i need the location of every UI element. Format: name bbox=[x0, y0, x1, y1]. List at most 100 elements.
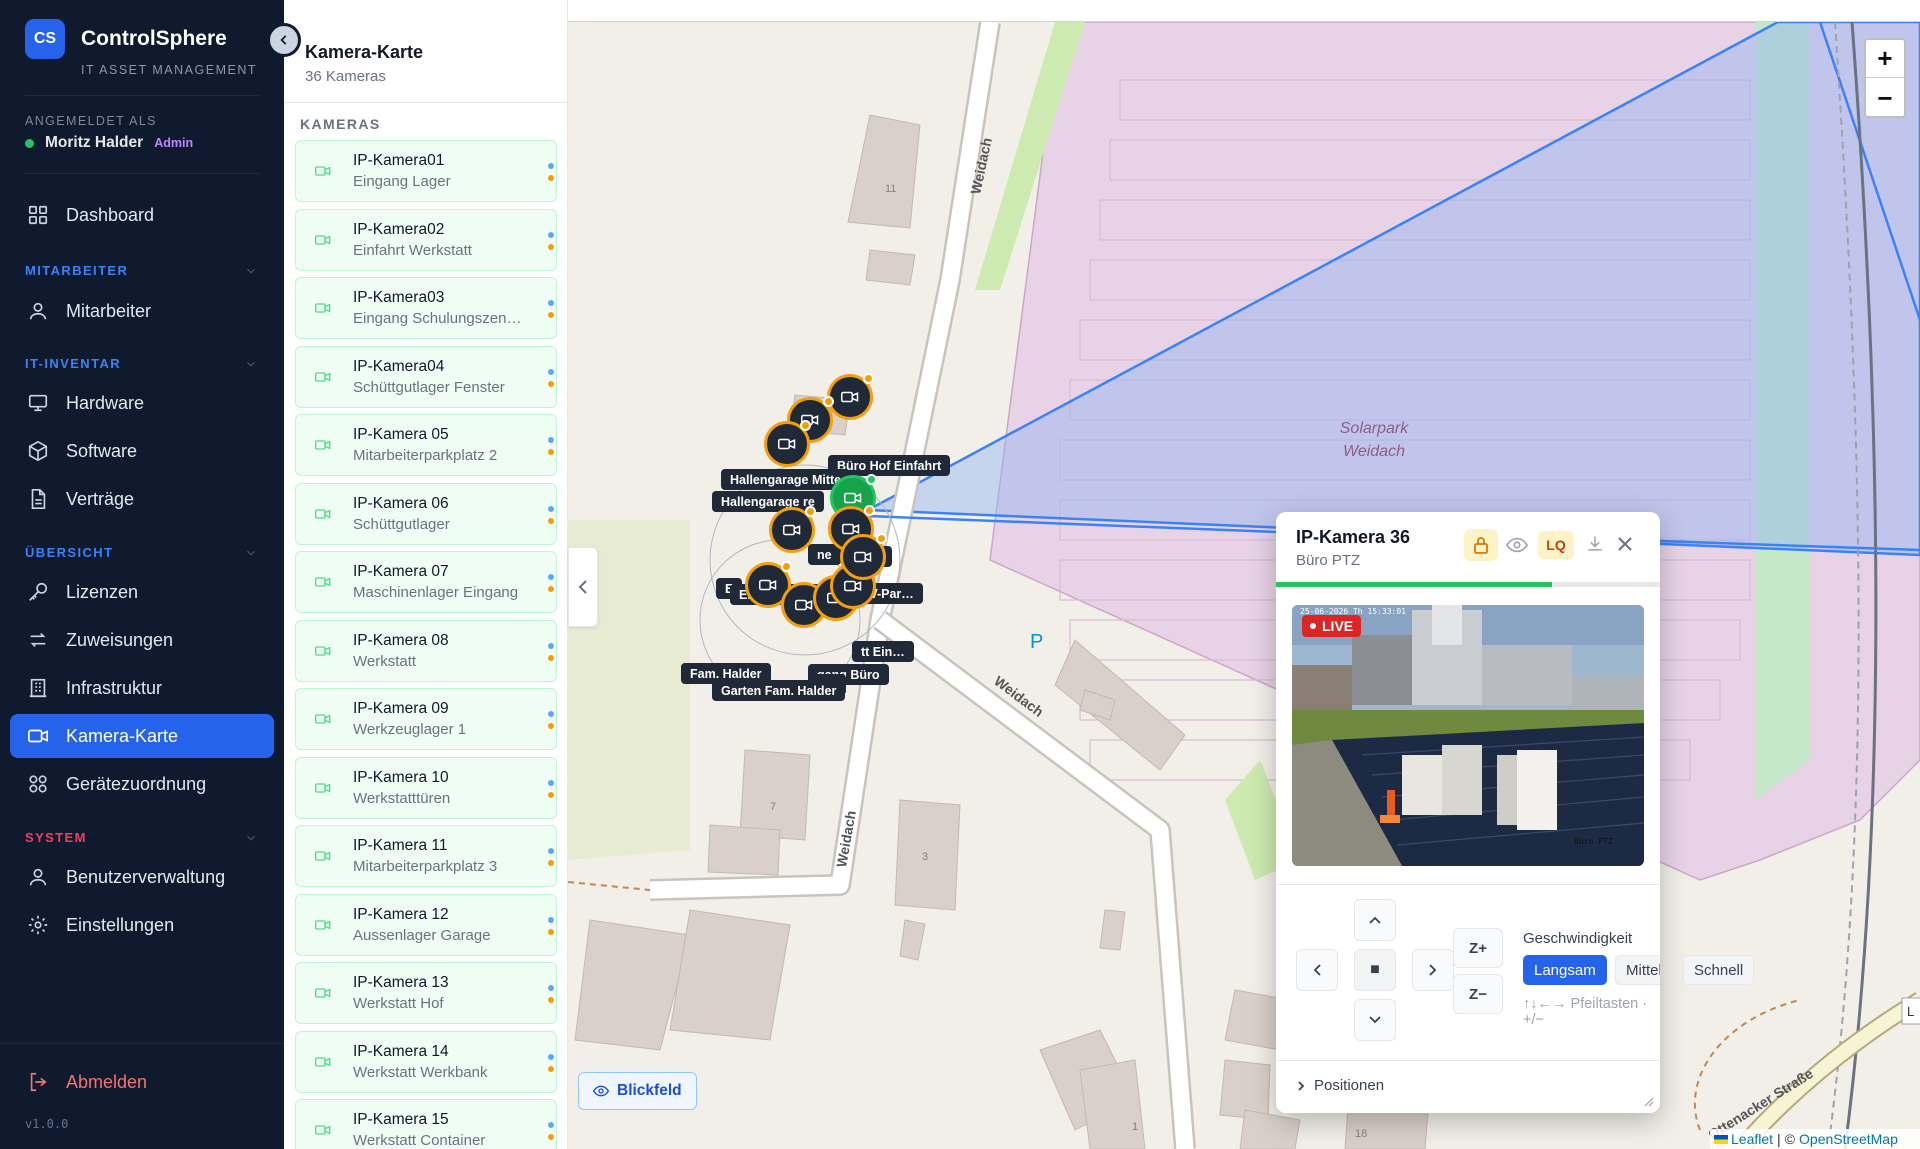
camera-location: Werkstatttüren bbox=[353, 789, 451, 807]
logout-button[interactable]: Abmelden bbox=[10, 1060, 274, 1104]
zoom-out-ptz-button[interactable]: Z− bbox=[1453, 974, 1503, 1014]
camera-icon bbox=[315, 1125, 331, 1135]
camera-list-item[interactable]: IP-Kamera02 Einfahrt Werkstatt bbox=[295, 208, 557, 271]
camera-list-item[interactable]: IP-Kamera 06 Schüttgutlager bbox=[295, 482, 557, 545]
camera-status-dots bbox=[548, 1053, 554, 1072]
marker-label: Garten Fam. Halder bbox=[712, 680, 846, 701]
speed-medium-button[interactable]: Mittel bbox=[1615, 955, 1660, 985]
section-system[interactable]: SYSTEM bbox=[25, 830, 87, 845]
nav-einstellungen[interactable]: Einstellungen bbox=[10, 903, 274, 947]
resize-handle-icon[interactable] bbox=[1642, 1095, 1654, 1107]
field-of-view-toggle[interactable]: Blickfeld bbox=[578, 1072, 697, 1110]
map-attribution: Leaflet | © OpenStreetMap bbox=[1710, 1129, 1920, 1149]
chevron-down-icon[interactable] bbox=[244, 546, 258, 560]
camera-list-item[interactable]: IP-Kamera01 Eingang Lager bbox=[295, 140, 557, 202]
camera-name: IP-Kamera 07 bbox=[353, 563, 449, 580]
camera-list-item[interactable]: IP-Kamera 05 Mitarbeiterparkplatz 2 bbox=[295, 414, 557, 476]
zoom-out-button[interactable]: − bbox=[1866, 79, 1904, 117]
house-number: 7 bbox=[770, 801, 776, 813]
camera-list-item[interactable]: IP-Kamera 12 Aussenlager Garage bbox=[295, 893, 557, 956]
stream-progress-fill bbox=[1276, 582, 1553, 587]
nav-mitarbeiter[interactable]: Mitarbeiter bbox=[10, 289, 274, 333]
section-uebersicht[interactable]: ÜBERSICHT bbox=[25, 545, 113, 560]
zoom-control: + − bbox=[1864, 38, 1906, 118]
nav-infrastruktur-label: Infrastruktur bbox=[66, 678, 163, 698]
area-label: Weidach bbox=[1343, 443, 1405, 460]
chevron-down-icon[interactable] bbox=[244, 264, 258, 278]
section-mitarbeiter[interactable]: MITARBEITER bbox=[25, 263, 128, 278]
camera-location: Mitarbeiterparkplatz 2 bbox=[353, 447, 498, 464]
popup-divider bbox=[1276, 1060, 1660, 1061]
section-it-inventar[interactable]: IT-INVENTAR bbox=[25, 356, 121, 371]
popup-title: IP-Kamera 36 bbox=[1296, 527, 1411, 547]
camera-list-item[interactable]: IP-Kamera 09 Werkzeuglager 1 bbox=[295, 688, 557, 750]
close-icon[interactable] bbox=[1617, 536, 1633, 552]
speed-fast-button[interactable]: Schnell bbox=[1683, 955, 1755, 985]
camera-marker[interactable] bbox=[827, 373, 874, 420]
ptz-up-button[interactable] bbox=[1354, 899, 1396, 941]
panel-divider bbox=[284, 102, 567, 103]
camera-location: Eingang Lager bbox=[353, 173, 451, 190]
camera-name: IP-Kamera 15 bbox=[353, 1111, 449, 1128]
nav-geraetezuordnung[interactable]: Gerätezuordnung bbox=[10, 762, 274, 806]
positions-toggle[interactable]: Positionen bbox=[1296, 1077, 1384, 1094]
nav-kamera-karte[interactable]: Kamera-Karte bbox=[10, 714, 274, 758]
user-role-badge: Admin bbox=[154, 136, 194, 150]
camera-marker[interactable] bbox=[769, 506, 816, 553]
brand[interactable]: CS ControlSphere bbox=[25, 19, 227, 59]
camera-status-dots bbox=[548, 642, 554, 661]
download-icon[interactable] bbox=[1585, 534, 1605, 554]
ptz-down-button[interactable] bbox=[1354, 999, 1396, 1041]
camera-list-item[interactable]: IP-Kamera 15 Werkstatt Container bbox=[295, 1099, 557, 1149]
leaflet-link[interactable]: Leaflet bbox=[1731, 1131, 1773, 1147]
popup-subtitle: Büro PTZ bbox=[1296, 552, 1361, 569]
marker-status-dot bbox=[781, 561, 792, 572]
quality-button[interactable]: LQ bbox=[1538, 531, 1574, 559]
chevron-down-icon[interactable] bbox=[244, 357, 258, 371]
nav-infrastruktur[interactable]: Infrastruktur bbox=[10, 666, 274, 710]
zoom-in-button[interactable]: + bbox=[1866, 40, 1904, 78]
eye-icon[interactable] bbox=[1506, 534, 1528, 556]
nav-zuweisungen[interactable]: Zuweisungen bbox=[10, 618, 274, 662]
camera-list-item[interactable]: IP-Kamera 14 Werkstatt Werkbank bbox=[295, 1030, 557, 1093]
camera-marker[interactable] bbox=[764, 420, 811, 467]
camera-location: Aussenlager Garage bbox=[353, 926, 491, 944]
nav-hardware[interactable]: Hardware bbox=[10, 381, 274, 425]
camera-list-item[interactable]: IP-Kamera03 Eingang Schulungszen… bbox=[295, 277, 557, 339]
nav-software[interactable]: Software bbox=[10, 429, 274, 473]
lock-button[interactable] bbox=[1464, 529, 1498, 561]
camera-list-item[interactable]: IP-Kamera 08 Werkstatt bbox=[295, 619, 557, 682]
osm-link[interactable]: OpenStreetMap bbox=[1799, 1131, 1898, 1147]
nav-dashboard[interactable]: Dashboard bbox=[10, 193, 274, 237]
marker-status-dot bbox=[805, 506, 816, 517]
zoom-in-ptz-button[interactable]: Z+ bbox=[1453, 928, 1503, 968]
camera-list-item[interactable]: IP-Kamera04 Schüttgutlager Fenster bbox=[295, 345, 557, 408]
nav-mitarbeiter-label: Mitarbeiter bbox=[66, 301, 152, 321]
panel-toggle-button[interactable] bbox=[568, 547, 598, 627]
camera-location: Werkzeuglager 1 bbox=[353, 721, 467, 738]
speed-slow-button[interactable]: Langsam bbox=[1523, 955, 1607, 985]
camera-list-item[interactable]: IP-Kamera 07 Maschinenlager Eingang bbox=[295, 551, 557, 613]
nav-lizenzen[interactable]: Lizenzen bbox=[10, 570, 274, 614]
camera-name: IP-Kamera03 bbox=[353, 289, 445, 306]
sidebar-collapse-button[interactable] bbox=[267, 23, 301, 57]
ptz-right-button[interactable] bbox=[1412, 949, 1454, 991]
camera-list-item[interactable]: IP-Kamera 11 Mitarbeiterparkplatz 3 bbox=[295, 825, 557, 887]
camera-location: Einfahrt Werkstatt bbox=[353, 241, 472, 259]
camera-icon bbox=[315, 371, 331, 382]
keyboard-hint: ↑↓←→ Pfeiltasten · +/− bbox=[1523, 996, 1648, 1028]
chevron-down-icon[interactable] bbox=[244, 831, 258, 845]
chevron-left-icon bbox=[280, 35, 287, 45]
camera-list-item[interactable]: IP-Kamera 10 Werkstatttüren bbox=[295, 756, 557, 819]
app-version: v1.0.0 bbox=[25, 1117, 69, 1131]
ptz-left-button[interactable] bbox=[1296, 949, 1338, 991]
nav-einstellungen-label: Einstellungen bbox=[66, 915, 175, 935]
live-video[interactable]: 25-06-2026 Th 15:33:01 LIVE Büro PTZ bbox=[1292, 605, 1644, 866]
nav-benutzerverwaltung[interactable]: Benutzerverwaltung bbox=[10, 855, 274, 899]
ptz-stop-button[interactable]: ■ bbox=[1354, 949, 1396, 991]
camera-list-item[interactable]: IP-Kamera 13 Werkstatt Hof bbox=[295, 962, 557, 1024]
camera-marker[interactable] bbox=[840, 533, 887, 580]
camera-icon bbox=[844, 580, 862, 592]
nav-vertraege[interactable]: Verträge bbox=[10, 477, 274, 521]
camera-name: IP-Kamera 12 bbox=[353, 905, 449, 923]
